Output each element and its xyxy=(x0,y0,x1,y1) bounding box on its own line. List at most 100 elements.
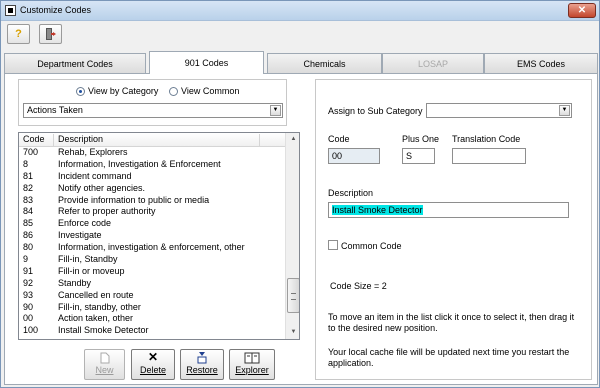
description-label: Description xyxy=(328,188,374,198)
exit-button[interactable] xyxy=(39,24,62,44)
table-row[interactable]: 83 Provide information to public or media xyxy=(19,195,285,207)
row-description: Incident command xyxy=(58,170,132,181)
row-code: 00 xyxy=(23,313,34,324)
delete-x-icon: ✕ xyxy=(147,350,159,364)
table-row[interactable]: 86 Investigate xyxy=(19,230,285,242)
table-row[interactable]: 00 Action taken, other xyxy=(19,313,285,325)
column-header-code[interactable]: Code xyxy=(23,134,45,144)
tab-chemicals[interactable]: Chemicals xyxy=(267,53,382,73)
row-code: 90 xyxy=(23,301,34,312)
table-row[interactable]: 80 Information, investigation & enforceme… xyxy=(19,242,285,254)
chevron-down-icon: ▼ xyxy=(559,105,570,116)
row-description: Refer to proper authority xyxy=(58,206,156,217)
table-row[interactable]: 700 Rehab, Explorers xyxy=(19,147,285,159)
row-description: Fill-in, Standby xyxy=(58,254,118,265)
sub-category-select[interactable]: ▼ xyxy=(426,103,572,118)
explorer-button[interactable]: Explorer xyxy=(229,349,275,380)
row-code: 9 xyxy=(23,254,29,265)
new-button[interactable]: New xyxy=(84,349,125,380)
help-button[interactable]: ? xyxy=(7,24,30,44)
row-description: Investigate xyxy=(58,230,102,241)
table-row[interactable]: 82 Notify other agencies. xyxy=(19,183,285,195)
row-code: 86 xyxy=(23,230,34,241)
table-row[interactable]: 90 Fill-in, standby, other xyxy=(19,302,285,314)
common-code-checkbox[interactable] xyxy=(328,240,338,250)
assign-sub-category-label: Assign to Sub Category xyxy=(328,106,423,116)
toolbar: ? xyxy=(1,21,599,47)
row-code: 83 xyxy=(23,194,34,205)
row-description: Fill-in, standby, other xyxy=(58,301,141,312)
question-icon: ? xyxy=(15,28,22,40)
scrollbar-thumb[interactable] xyxy=(287,278,299,313)
view-by-category-radio[interactable]: View by Category xyxy=(76,86,158,96)
explorer-book-icon xyxy=(230,350,274,365)
tab-losap: LOSAP xyxy=(382,53,484,73)
scroll-down-icon[interactable]: ▼ xyxy=(287,326,299,339)
view-filter-group: View by Category View Common Actions Tak… xyxy=(18,79,287,126)
move-instructions: To move an item in the list click it onc… xyxy=(328,312,575,333)
translation-code-field[interactable] xyxy=(452,148,526,164)
tab-strip: Department Codes 901 Codes Chemicals LOS… xyxy=(4,51,598,74)
scroll-up-icon[interactable]: ▲ xyxy=(287,133,299,146)
row-description: Enforce code xyxy=(58,218,112,229)
row-description: Standby xyxy=(58,277,92,288)
table-row[interactable]: 91 Fill-in or moveup xyxy=(19,266,285,278)
description-value: Install Smoke Detector xyxy=(332,205,423,215)
row-description: Information, Investigation & Enforcement xyxy=(58,158,221,169)
window-title: Customize Codes xyxy=(20,5,92,15)
tab-901-codes[interactable]: 901 Codes xyxy=(149,51,264,74)
delete-button-label: Delete xyxy=(139,365,166,375)
row-code: 93 xyxy=(23,289,34,300)
row-code: 92 xyxy=(23,277,34,288)
plus-one-field[interactable]: S xyxy=(402,148,435,164)
row-description: Provide information to public or media xyxy=(58,194,210,205)
translation-code-label: Translation Code xyxy=(452,134,521,144)
plus-one-label: Plus One xyxy=(402,134,440,144)
row-code: 100 xyxy=(23,325,39,336)
code-field: 00 xyxy=(328,148,380,164)
close-button[interactable]: ✕ xyxy=(568,3,596,18)
row-code: 8 xyxy=(23,158,29,169)
table-row[interactable]: 8 Information, Investigation & Enforcemen… xyxy=(19,159,285,171)
table-row[interactable]: 100 Install Smoke Detector xyxy=(19,325,285,337)
row-description: Cancelled en route xyxy=(58,289,134,300)
new-document-icon xyxy=(85,350,124,365)
category-select-value: Actions Taken xyxy=(27,105,83,115)
table-row[interactable]: 85 Enforce code xyxy=(19,218,285,230)
radio-selected-icon xyxy=(76,86,85,96)
row-code: 91 xyxy=(23,265,34,276)
row-description: Notify other agencies. xyxy=(58,182,146,193)
table-row[interactable]: 9 Fill-in, Standby xyxy=(19,254,285,266)
description-field[interactable]: Install Smoke Detector xyxy=(328,202,569,218)
restore-button-label: Restore xyxy=(186,365,218,375)
row-code: 81 xyxy=(23,170,34,181)
row-code: 80 xyxy=(23,242,34,253)
tab-content-panel: View by Category View Common Actions Tak… xyxy=(4,73,598,385)
new-button-label: New xyxy=(95,365,114,375)
view-by-category-label: View by Category xyxy=(88,86,159,96)
cache-notice: Your local cache file will be updated ne… xyxy=(328,347,570,368)
exit-door-icon xyxy=(45,28,56,40)
restore-button[interactable]: Restore xyxy=(180,349,224,380)
category-select[interactable]: Actions Taken ▼ xyxy=(23,103,283,118)
common-code-label: Common Code xyxy=(341,241,402,251)
code-size-text: Code Size = 2 xyxy=(330,281,387,291)
tab-department-codes[interactable]: Department Codes xyxy=(4,53,146,73)
view-common-label: View Common xyxy=(181,86,240,96)
vertical-scrollbar[interactable]: ▲ ▼ xyxy=(285,133,299,339)
column-header-description[interactable]: Description xyxy=(58,134,103,144)
row-description: Action taken, other xyxy=(58,313,134,324)
table-row[interactable]: 92 Standby xyxy=(19,278,285,290)
tab-ems-codes[interactable]: EMS Codes xyxy=(484,53,598,73)
customize-codes-window: Customize Codes ✕ ? Department Codes 901… xyxy=(0,0,600,388)
table-row[interactable]: 84 Refer to proper authority xyxy=(19,206,285,218)
row-code: 85 xyxy=(23,218,34,229)
delete-button[interactable]: ✕ Delete xyxy=(131,349,175,380)
codes-list[interactable]: Code Description 700 Rehab, Explorers 8 Inf… xyxy=(18,132,300,340)
row-description: Fill-in or moveup xyxy=(58,265,125,276)
table-row[interactable]: 81 Incident command xyxy=(19,171,285,183)
code-detail-panel: Assign to Sub Category ▼ Code Plus One T… xyxy=(315,79,592,380)
view-common-radio[interactable]: View Common xyxy=(169,86,239,96)
table-row[interactable]: 93 Cancelled en route xyxy=(19,290,285,302)
code-label: Code xyxy=(328,134,350,144)
